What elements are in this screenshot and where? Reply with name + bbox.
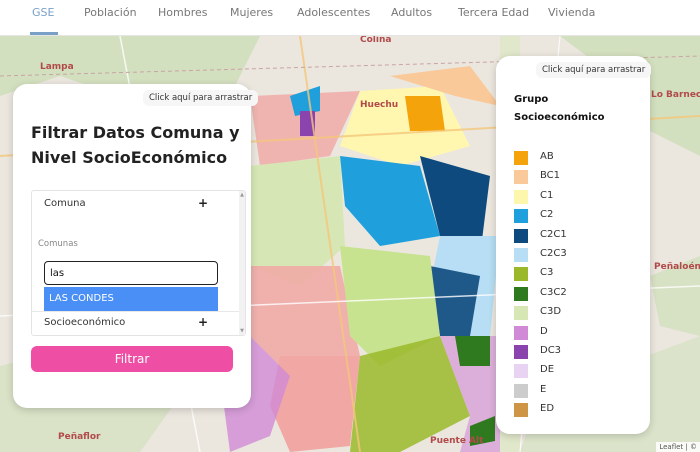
tab-hombres[interactable]: Hombres bbox=[158, 6, 207, 19]
panel-title: Filtrar Datos Comuna y Nivel SocioEconóm… bbox=[31, 123, 240, 167]
legend-item: C3D bbox=[514, 305, 634, 322]
place-label: Lampa bbox=[40, 62, 74, 72]
legend-item: C2 bbox=[514, 208, 634, 225]
legend-swatch bbox=[514, 306, 528, 321]
scroll-down-icon[interactable]: ▼ bbox=[239, 328, 245, 334]
accordion-scrollbar[interactable]: ▲ ▼ bbox=[239, 191, 245, 335]
legend-item: DC3 bbox=[514, 344, 634, 361]
filter-panel: Click aquí para arrastrar Filtrar Datos … bbox=[13, 84, 259, 408]
legend-item: C3C2 bbox=[514, 286, 634, 303]
legend-swatch bbox=[514, 325, 528, 340]
tab-poblacion[interactable]: Población bbox=[84, 6, 137, 19]
legend-item: C2C1 bbox=[514, 228, 634, 245]
legend-item: E bbox=[514, 383, 634, 400]
legend-swatch bbox=[514, 189, 528, 204]
legend-swatch bbox=[514, 228, 528, 243]
comunas-label: Comunas bbox=[38, 239, 78, 249]
legend-label: C2 bbox=[540, 209, 554, 221]
comuna-search-input[interactable] bbox=[44, 261, 218, 285]
divider bbox=[32, 311, 245, 312]
tab-vivienda[interactable]: Vivienda bbox=[548, 6, 595, 19]
legend-swatch bbox=[514, 286, 528, 301]
legend-label: C1 bbox=[540, 189, 554, 201]
legend-swatch bbox=[514, 248, 528, 262]
legend-swatch bbox=[514, 403, 528, 418]
legend-label: DC3 bbox=[540, 345, 562, 356]
drag-handle[interactable]: Click aquí para arrastrar bbox=[143, 90, 259, 106]
active-tab-indicator bbox=[30, 32, 58, 35]
drag-handle[interactable]: Click aquí para arrastrar bbox=[536, 62, 652, 78]
place-label: Colina bbox=[360, 36, 392, 45]
legend-swatch bbox=[514, 345, 528, 359]
legend-label: ED bbox=[540, 403, 555, 415]
expand-plus-icon[interactable]: + bbox=[198, 196, 208, 210]
legend-label: C2C3 bbox=[540, 248, 567, 259]
legend-swatch bbox=[514, 383, 528, 398]
place-label: Lo Barnechea bbox=[651, 90, 700, 100]
dropdown-option-selected[interactable]: LAS CONDES bbox=[44, 287, 218, 311]
tab-tercera-edad[interactable]: Tercera Edad bbox=[458, 6, 529, 19]
legend-item: C2C3 bbox=[514, 247, 634, 264]
place-label: Puente Alt bbox=[430, 436, 484, 446]
legend-swatch bbox=[514, 170, 528, 185]
legend-label: C2C1 bbox=[540, 228, 567, 240]
legend-panel: Click aquí para arrastrar Grupo Socioeco… bbox=[496, 56, 652, 434]
tab-adolescentes[interactable]: Adolescentes bbox=[297, 6, 370, 19]
legend-label: E bbox=[540, 383, 547, 395]
legend-label: BC1 bbox=[540, 170, 561, 182]
legend-label: AB bbox=[540, 151, 554, 162]
legend-swatch bbox=[514, 209, 528, 224]
legend-item: C1 bbox=[514, 189, 634, 206]
legend-label: C3D bbox=[540, 306, 562, 318]
tab-adultos[interactable]: Adultos bbox=[391, 6, 432, 19]
legend-label: D bbox=[540, 325, 548, 337]
filter-button[interactable]: Filtrar bbox=[31, 346, 233, 372]
legend-item: BC1 bbox=[514, 169, 634, 186]
legend-label: DE bbox=[540, 364, 555, 376]
tab-mujeres[interactable]: Mujeres bbox=[230, 6, 273, 19]
legend-swatch bbox=[514, 151, 528, 165]
accordion-header-comuna[interactable]: Comuna bbox=[44, 198, 86, 209]
place-label: Peñaflor bbox=[58, 432, 101, 442]
expand-plus-icon[interactable]: + bbox=[198, 315, 208, 329]
filter-accordion: Comuna + Comunas LAS CONDES Socioeconómi… bbox=[31, 190, 246, 336]
legend-item: C3 bbox=[514, 266, 634, 283]
legend-item: ED bbox=[514, 402, 634, 419]
legend-label: C3 bbox=[540, 267, 554, 279]
place-label: Huechu bbox=[360, 100, 399, 110]
legend-item: DE bbox=[514, 363, 634, 380]
place-label: Peñaloén bbox=[654, 262, 700, 272]
tab-gse[interactable]: GSE bbox=[32, 6, 54, 19]
legend-item: D bbox=[514, 325, 634, 342]
legend-title: Grupo Socioeconómico bbox=[514, 94, 605, 123]
map-attribution[interactable]: Leaflet | © bbox=[656, 442, 700, 452]
accordion-header-socioeconomico[interactable]: Socioeconómico bbox=[44, 317, 125, 328]
scroll-up-icon[interactable]: ▲ bbox=[239, 192, 245, 198]
legend-item: AB bbox=[514, 150, 634, 167]
legend-swatch bbox=[514, 267, 528, 282]
legend-swatch bbox=[514, 364, 528, 379]
top-nav: GSE Población Hombres Mujeres Adolescent… bbox=[0, 0, 700, 36]
legend-label: C3C2 bbox=[540, 286, 567, 298]
